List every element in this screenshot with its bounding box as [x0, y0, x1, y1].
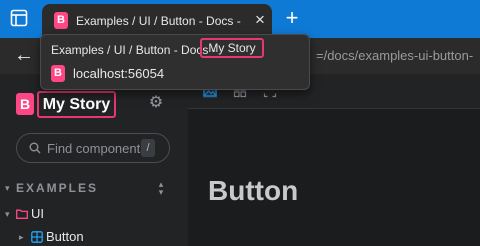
- storybook-logo-icon: B: [54, 12, 68, 29]
- new-tab-button[interactable]: +: [282, 7, 302, 29]
- tab-hover-card: Examples / UI / Button - Docs - My Story…: [40, 34, 310, 90]
- caret-down-icon: ▾: [5, 183, 10, 193]
- search-shortcut-badge: /: [141, 139, 155, 157]
- window-menu-icon[interactable]: [10, 9, 28, 27]
- tree-item-label: Button: [46, 229, 84, 244]
- hover-card-title-highlight: My Story: [200, 38, 264, 58]
- caret-right-icon: ▸: [19, 232, 24, 242]
- section-title: EXAMPLES: [16, 181, 99, 195]
- hover-card-title: Examples / UI / Button - Docs -: [51, 43, 216, 57]
- storybook-sidebar: B My Story ⚙ Find components / ▾ EXAMPLE…: [0, 74, 188, 246]
- folder-icon: [16, 209, 28, 219]
- caret-down-icon: ▾: [5, 209, 10, 219]
- tab-title: Examples / UI / Button - Docs - My Story: [76, 14, 244, 28]
- storybook-logo-icon: B: [51, 65, 65, 82]
- tree-item-label: UI: [31, 206, 44, 221]
- section-examples[interactable]: ▾ EXAMPLES ▴ ▾: [0, 180, 188, 197]
- settings-gear-icon[interactable]: ⚙: [147, 94, 165, 112]
- hover-card-host: localhost:56054: [73, 66, 165, 81]
- back-arrow-icon[interactable]: ←: [14, 44, 34, 66]
- component-icon: [31, 231, 43, 243]
- docs-panel: Button: [188, 74, 480, 246]
- storybook-logo-icon: B: [16, 93, 34, 115]
- browser-tab[interactable]: B Examples / UI / Button - Docs - My Sto…: [42, 4, 272, 38]
- browser-tab-bar: B Examples / UI / Button - Docs - My Sto…: [0, 0, 480, 38]
- tree-item-button[interactable]: ▸ Button: [0, 228, 188, 246]
- search-placeholder: Find components: [47, 141, 143, 156]
- search-input[interactable]: Find components /: [16, 133, 170, 163]
- url-field[interactable]: =/docs/examples-ui-button-: [316, 48, 480, 64]
- tree-item-ui[interactable]: ▾ UI: [0, 205, 188, 223]
- page-title: Button: [208, 175, 299, 206]
- brand-title[interactable]: My Story: [37, 91, 116, 118]
- search-icon: [29, 142, 41, 154]
- close-tab-icon[interactable]: ×: [252, 11, 268, 28]
- expand-collapse-icon[interactable]: ▴ ▾: [156, 180, 166, 197]
